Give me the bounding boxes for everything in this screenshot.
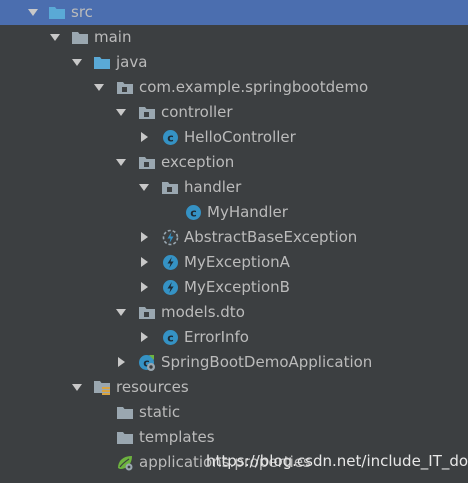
svg-text:c: c (190, 207, 197, 220)
exception-class-icon (161, 254, 179, 271)
tree-row-label: main (94, 28, 132, 46)
package-icon (138, 104, 156, 121)
chevron-right-icon[interactable] (138, 331, 150, 343)
chevron-down-icon[interactable] (138, 181, 150, 193)
chevron-down-icon[interactable] (93, 81, 105, 93)
chevron-down-icon[interactable] (71, 381, 83, 393)
tree-row-hellocontroller[interactable]: c HelloController (0, 125, 468, 150)
folder-icon (116, 429, 134, 446)
tree-row-label: HelloController (184, 128, 296, 146)
tree-row-myhandler[interactable]: c MyHandler (0, 200, 468, 225)
package-icon (161, 179, 179, 196)
folder-source-icon (93, 54, 111, 71)
project-tree[interactable]: src main java com.example.springbootdemo (0, 0, 468, 475)
chevron-right-icon[interactable] (138, 256, 150, 268)
tree-row-label: src (71, 3, 93, 21)
tree-row-label: MyExceptionB (184, 278, 290, 296)
chevron-right-icon[interactable] (138, 131, 150, 143)
svg-text:c: c (167, 132, 174, 145)
tree-row-label: java (116, 53, 148, 71)
tree-row-resources[interactable]: resources (0, 375, 468, 400)
tree-row-label: AbstractBaseException (184, 228, 358, 246)
package-icon (138, 154, 156, 171)
chevron-down-icon[interactable] (49, 31, 61, 43)
tree-row-exception[interactable]: exception (0, 150, 468, 175)
tree-row-src[interactable]: src (0, 0, 468, 25)
tree-row-springbootdemoapplication[interactable]: c SpringBootDemoApplication (0, 350, 468, 375)
tree-row-label: SpringBootDemoApplication (161, 353, 373, 371)
tree-row-models-dto[interactable]: models.dto (0, 300, 468, 325)
exception-class-icon (161, 279, 179, 296)
folder-icon (116, 404, 134, 421)
chevron-right-icon[interactable] (115, 356, 127, 368)
class-icon: c (161, 129, 179, 146)
class-icon: c (161, 329, 179, 346)
tree-row-controller[interactable]: controller (0, 100, 468, 125)
svg-text:c: c (167, 332, 174, 345)
abstract-exception-class-icon (161, 229, 179, 246)
tree-row-errorinfo[interactable]: c ErrorInfo (0, 325, 468, 350)
tree-row-label: controller (161, 103, 233, 121)
class-icon: c (184, 204, 202, 221)
chevron-right-icon[interactable] (138, 231, 150, 243)
tree-row-handler[interactable]: handler (0, 175, 468, 200)
tree-row-label: ErrorInfo (184, 328, 249, 346)
tree-row-static[interactable]: static (0, 400, 468, 425)
spring-properties-icon (116, 454, 134, 471)
package-icon (116, 79, 134, 96)
tree-row-main[interactable]: main (0, 25, 468, 50)
folder-icon (71, 29, 89, 46)
resources-folder-icon (93, 379, 111, 396)
watermark-url: https://blog.csdn.net/include_IT_dog (206, 452, 468, 470)
chevron-down-icon[interactable] (115, 106, 127, 118)
chevron-down-icon[interactable] (115, 156, 127, 168)
chevron-right-icon[interactable] (138, 281, 150, 293)
tree-row-java[interactable]: java (0, 50, 468, 75)
chevron-down-icon[interactable] (115, 306, 127, 318)
tree-row-templates[interactable]: templates (0, 425, 468, 450)
tree-row-label: resources (116, 378, 189, 396)
tree-row-label: MyExceptionA (184, 253, 290, 271)
tree-row-myexceptionb[interactable]: MyExceptionB (0, 275, 468, 300)
folder-source-root-icon (48, 4, 66, 21)
tree-row-package-root[interactable]: com.example.springbootdemo (0, 75, 468, 100)
tree-row-abstractbaseexception[interactable]: AbstractBaseException (0, 225, 468, 250)
tree-row-label: com.example.springbootdemo (139, 78, 369, 96)
tree-row-label: static (139, 403, 181, 421)
tree-row-label: handler (184, 178, 242, 196)
tree-row-label: templates (139, 428, 215, 446)
tree-row-myexceptiona[interactable]: MyExceptionA (0, 250, 468, 275)
tree-row-label: exception (161, 153, 235, 171)
chevron-down-icon[interactable] (71, 56, 83, 68)
chevron-down-icon[interactable] (27, 6, 39, 18)
tree-row-label: models.dto (161, 303, 245, 321)
spring-boot-class-icon: c (138, 354, 156, 371)
tree-row-label: MyHandler (207, 203, 288, 221)
package-icon (138, 304, 156, 321)
